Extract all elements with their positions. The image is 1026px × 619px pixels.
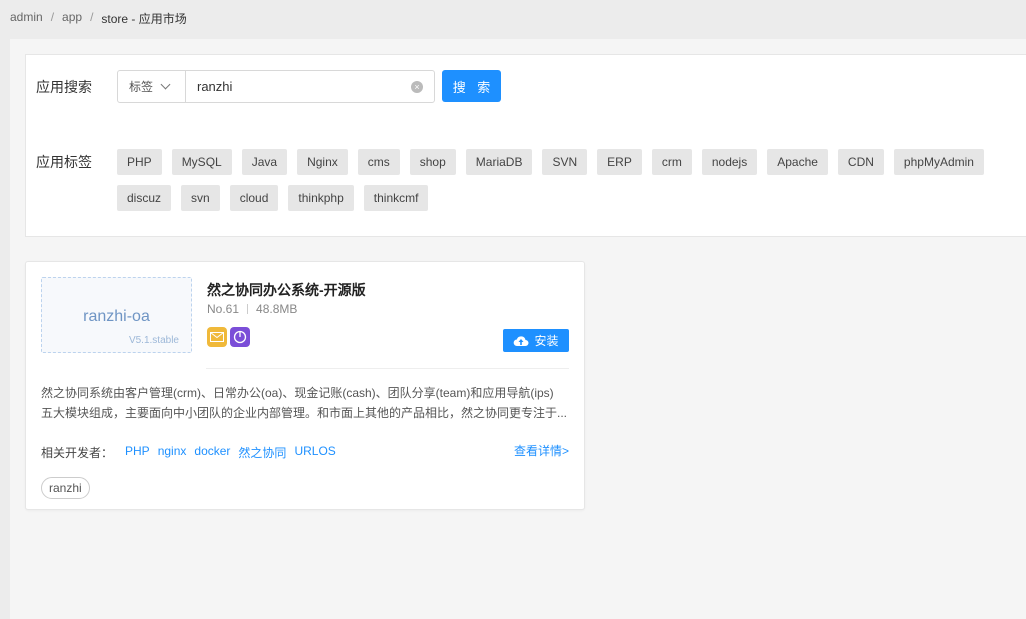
tag-item[interactable]: thinkphp xyxy=(288,185,354,211)
search-type-value: 标签 xyxy=(129,80,154,94)
breadcrumb-separator: / xyxy=(90,10,94,24)
meta-divider xyxy=(247,304,249,314)
developers-row: 相关开发者： PHP nginx docker 然之协同 URLOS xyxy=(41,444,336,461)
search-panel: 应用搜索 标签 × 搜 索 应用标签 PHP MySQL Java Nginx … xyxy=(25,54,1026,237)
tag-item[interactable]: cloud xyxy=(229,185,279,211)
search-label: 应用搜索 xyxy=(36,79,92,95)
search-group: 标签 × xyxy=(117,70,435,103)
tag-list: PHP MySQL Java Nginx cms shop MariaDB SV… xyxy=(117,149,1017,211)
tag-item[interactable]: CDN xyxy=(837,149,884,175)
developer-link[interactable]: 然之协同 xyxy=(238,444,286,461)
breadcrumb: admin / app / store - 应用市场 xyxy=(10,10,187,27)
tag-item[interactable]: crm xyxy=(651,149,692,175)
breadcrumb-current: store - 应用市场 xyxy=(101,12,187,26)
breadcrumb-separator: / xyxy=(50,10,55,24)
card-divider xyxy=(206,368,569,369)
app-size: 48.8MB xyxy=(256,302,298,316)
tag-item[interactable]: MariaDB xyxy=(465,149,533,175)
search-type-select[interactable]: 标签 xyxy=(118,71,186,102)
power-icon xyxy=(230,327,250,347)
tag-item[interactable]: SVN xyxy=(542,149,588,175)
app-number: No.61 xyxy=(207,302,240,316)
app-description-line: 然之协同系统由客户管理(crm)、日常办公(oa)、现金记账(cash)、团队分… xyxy=(41,386,554,400)
install-label: 安装 xyxy=(534,334,559,348)
tag-item[interactable]: ERP xyxy=(597,149,642,175)
tag-item[interactable]: Apache xyxy=(767,149,828,175)
app-meta: No.61 48.8MB xyxy=(207,302,297,316)
app-logo-name: ranzhi-oa xyxy=(83,308,150,325)
developer-link[interactable]: docker xyxy=(194,444,230,461)
developer-link[interactable]: URLOS xyxy=(294,444,335,461)
tag-item[interactable]: svn xyxy=(181,185,220,211)
app-title[interactable]: 然之协同办公系统-开源版 xyxy=(207,280,366,300)
app-card: ranzhi-oa V5.1.stable 然之协同办公系统-开源版 No.61… xyxy=(25,261,585,510)
install-button[interactable]: 安装 xyxy=(503,329,569,352)
tag-item[interactable]: MySQL xyxy=(171,149,232,175)
developer-link[interactable]: PHP xyxy=(125,444,150,461)
app-logo[interactable]: ranzhi-oa V5.1.stable xyxy=(41,277,192,353)
tag-item[interactable]: shop xyxy=(409,149,456,175)
chevron-down-icon xyxy=(160,79,171,90)
mail-icon xyxy=(207,327,227,347)
tag-item[interactable]: Nginx xyxy=(297,149,348,175)
view-details-link[interactable]: 查看详情> xyxy=(514,442,569,459)
tag-item[interactable]: nodejs xyxy=(701,149,758,175)
developers-label: 相关开发者： xyxy=(41,446,114,460)
tag-item[interactable]: discuz xyxy=(117,185,172,211)
tag-item[interactable]: phpMyAdmin xyxy=(893,149,984,175)
app-description: 然之协同系统由客户管理(crm)、日常办公(oa)、现金记账(cash)、团队分… xyxy=(41,383,569,423)
app-tag[interactable]: ranzhi xyxy=(41,477,90,499)
main-content: 应用搜索 标签 × 搜 索 应用标签 PHP MySQL Java Nginx … xyxy=(10,39,1026,619)
cloud-upload-icon xyxy=(514,335,529,346)
clear-icon[interactable]: × xyxy=(411,80,423,93)
search-button[interactable]: 搜 索 xyxy=(442,70,501,102)
app-badges xyxy=(207,327,250,347)
tag-item[interactable]: thinkcmf xyxy=(363,185,429,211)
app-description-line: 五大模块组成，主要面向中小团队的企业内部管理。和市面上其他的产品相比，然之协同更… xyxy=(41,406,568,420)
app-version: V5.1.stable xyxy=(128,335,179,346)
tags-label: 应用标签 xyxy=(36,154,92,170)
developer-link[interactable]: nginx xyxy=(158,444,187,461)
tag-item[interactable]: cms xyxy=(357,149,400,175)
breadcrumb-item-admin[interactable]: admin xyxy=(10,10,43,27)
tag-item[interactable]: Java xyxy=(241,149,288,175)
tag-item[interactable]: PHP xyxy=(117,149,162,175)
breadcrumb-item-app[interactable]: app xyxy=(62,10,82,27)
search-input[interactable] xyxy=(186,71,411,102)
